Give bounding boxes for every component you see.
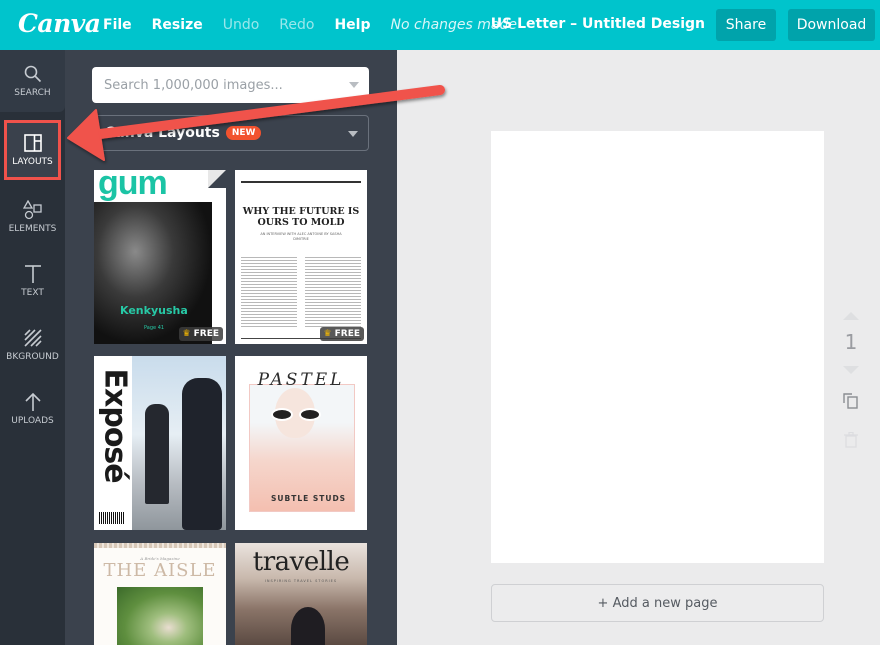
search-icon bbox=[23, 64, 43, 84]
layout-icon bbox=[23, 133, 43, 153]
free-badge: ♛ FREE bbox=[319, 327, 364, 341]
share-button[interactable]: Share bbox=[716, 9, 776, 41]
search-placeholder: Search 1,000,000 images... bbox=[104, 77, 283, 93]
thumbnail-photo bbox=[117, 587, 203, 645]
image-search-input[interactable]: Search 1,000,000 images... bbox=[92, 67, 369, 103]
thumbnail-feature: Kenkyusha bbox=[120, 304, 188, 317]
page-curl bbox=[208, 170, 226, 188]
move-page-up-icon[interactable] bbox=[843, 312, 859, 320]
chevron-down-icon[interactable] bbox=[349, 82, 359, 88]
canva-logo[interactable]: Canva bbox=[18, 9, 101, 38]
page-number: 1 bbox=[844, 330, 858, 354]
download-button[interactable]: Download bbox=[788, 9, 875, 41]
thumbnail-title: gum bbox=[98, 170, 168, 202]
add-page-button[interactable]: + Add a new page bbox=[491, 584, 824, 622]
sidebar-item-search[interactable]: SEARCH bbox=[0, 50, 65, 112]
new-badge: NEW bbox=[225, 126, 262, 140]
menu-resize[interactable]: Resize bbox=[152, 17, 203, 33]
menu-redo[interactable]: Redo bbox=[279, 17, 314, 33]
layout-thumbnail-pastel[interactable]: PASTEL SUBTLE STUDS bbox=[235, 356, 367, 530]
duplicate-page-icon[interactable] bbox=[842, 392, 860, 414]
canvas-area: 1 + Add a new page bbox=[397, 50, 880, 645]
thumbnail-photo bbox=[94, 202, 212, 344]
shapes-icon bbox=[22, 200, 43, 220]
thumbnail-title: WHY THE FUTURE IS OURS TO MOLD bbox=[242, 206, 360, 228]
thumbnail-title: PASTEL bbox=[257, 370, 345, 390]
menu-undo[interactable]: Undo bbox=[223, 17, 260, 33]
sidebar-item-label: UPLOADS bbox=[11, 416, 54, 426]
crown-icon: ♛ bbox=[182, 329, 191, 339]
sidebar-item-label: ELEMENTS bbox=[8, 224, 57, 234]
text-icon bbox=[23, 264, 43, 284]
background-icon bbox=[23, 328, 43, 348]
sidebar-item-label: SEARCH bbox=[14, 88, 51, 98]
layouts-select-label: Canva Layouts bbox=[105, 125, 220, 141]
delete-page-icon[interactable] bbox=[844, 431, 858, 452]
sidebar-item-label: BKGROUND bbox=[6, 352, 59, 362]
page-tools: 1 bbox=[831, 312, 871, 452]
layout-thumbnail-article[interactable]: WHY THE FUTURE IS OURS TO MOLD AN INTERV… bbox=[235, 170, 367, 344]
free-badge: ♛ FREE bbox=[178, 327, 223, 341]
layouts-panel: Search 1,000,000 images... Canva Layouts… bbox=[65, 50, 397, 645]
sidebar-item-uploads[interactable]: UPLOADS bbox=[0, 378, 65, 440]
sidebar-item-background[interactable]: BKGROUND bbox=[0, 314, 65, 376]
chevron-down-icon bbox=[348, 131, 358, 137]
design-page[interactable] bbox=[491, 131, 824, 563]
document-title[interactable]: US Letter – Untitled Design bbox=[491, 16, 705, 32]
text-column bbox=[305, 255, 361, 327]
sidebar-item-elements[interactable]: ELEMENTS bbox=[0, 186, 65, 248]
thumbnail-subtitle: AN INTERVIEW WITH ALEC ANTOINE BY SASHA … bbox=[260, 232, 342, 241]
thumbnail-feature: SUBTLE STUDS bbox=[271, 494, 347, 503]
thumbnail-page: Page 41 bbox=[144, 325, 165, 331]
crown-icon: ♛ bbox=[323, 329, 332, 339]
barcode bbox=[99, 512, 125, 524]
main-menu: File Resize Undo Redo Help No changes ma… bbox=[103, 0, 517, 50]
upload-icon bbox=[23, 392, 43, 412]
thumbnail-subtitle: INSPIRING TRAVEL STORIES bbox=[264, 579, 338, 583]
top-bar: Canva File Resize Undo Redo Help No chan… bbox=[0, 0, 880, 50]
sidebar-item-layouts[interactable]: LAYOUTS bbox=[4, 120, 61, 180]
sidebar-item-text[interactable]: TEXT bbox=[0, 250, 65, 312]
menu-file[interactable]: File bbox=[103, 17, 132, 33]
layout-thumbnail-travelle[interactable]: travelle INSPIRING TRAVEL STORIES bbox=[235, 543, 367, 645]
thumbnail-title: travelle bbox=[252, 547, 350, 577]
text-column bbox=[241, 255, 297, 327]
sidebar-item-label: TEXT bbox=[21, 288, 44, 298]
layouts-category-select[interactable]: Canva Layouts NEW bbox=[92, 115, 369, 151]
thumbnail-title: Exposé bbox=[97, 368, 133, 483]
layout-thumbnail-aisle[interactable]: A Bride's Magazine THE AISLE bbox=[94, 543, 226, 645]
thumbnail-title: THE AISLE bbox=[103, 560, 217, 581]
layout-thumbnail-expose[interactable]: Exposé bbox=[94, 356, 226, 530]
sidebar-rail: SEARCH LAYOUTS ELEMENTS TEXT BKGROUND UP… bbox=[0, 50, 65, 645]
layout-thumbnail-gum[interactable]: gum Kenkyusha Page 41 ♛ FREE bbox=[94, 170, 226, 344]
menu-help[interactable]: Help bbox=[334, 17, 370, 33]
move-page-down-icon[interactable] bbox=[843, 366, 859, 374]
sidebar-item-label: LAYOUTS bbox=[12, 157, 53, 167]
